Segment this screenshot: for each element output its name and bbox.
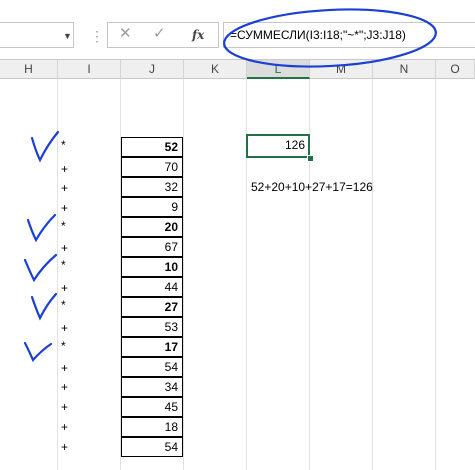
sign-cell[interactable]: + — [61, 397, 81, 417]
column-header-k[interactable]: K — [184, 60, 247, 79]
value-cell[interactable]: 52 — [121, 137, 183, 157]
value-cell[interactable]: 27 — [121, 297, 183, 317]
value-cell[interactable]: 67 — [121, 237, 183, 257]
cancel-icon[interactable]: ✕ — [119, 24, 132, 42]
column-header-n[interactable]: N — [373, 60, 436, 79]
value-cell[interactable]: 54 — [121, 357, 183, 377]
value-cell[interactable]: 54 — [121, 437, 183, 457]
value-cell[interactable]: 44 — [121, 277, 183, 297]
sum-explanation: 52+20+10+27+17=126 — [251, 180, 373, 194]
sign-cell[interactable]: * — [61, 216, 81, 236]
formula-buttons: ✕ ✓ fx — [107, 22, 219, 48]
sign-cell[interactable]: + — [61, 417, 81, 437]
value-cell[interactable]: 45 — [121, 397, 183, 417]
value-cell[interactable]: 32 — [121, 177, 183, 197]
sign-cell[interactable]: * — [61, 255, 81, 275]
sign-cell[interactable]: + — [61, 437, 81, 457]
column-header-h[interactable]: H — [0, 60, 58, 79]
sign-cell[interactable]: + — [61, 377, 81, 397]
value-cell[interactable]: 34 — [121, 377, 183, 397]
sign-cell[interactable]: + — [61, 318, 81, 338]
insert-function-icon[interactable]: fx — [192, 28, 204, 42]
column-header-l[interactable]: L — [247, 60, 310, 79]
sign-cell[interactable]: * — [61, 295, 81, 315]
value-cell[interactable]: 20 — [121, 217, 183, 237]
gridline — [372, 79, 373, 470]
value-cell[interactable]: 9 — [121, 197, 183, 217]
sign-cell[interactable]: * — [61, 135, 81, 155]
column-header-i[interactable]: I — [58, 60, 121, 79]
active-cell[interactable]: 126 — [246, 134, 310, 158]
name-box-dropdown-icon[interactable]: ▼ — [63, 31, 72, 41]
sign-cell[interactable]: + — [61, 358, 81, 378]
value-cell[interactable]: 70 — [121, 157, 183, 177]
gridline — [183, 79, 184, 470]
sign-cell[interactable]: * — [61, 336, 81, 356]
sign-cell[interactable]: + — [61, 159, 81, 179]
value-cell[interactable]: 53 — [121, 317, 183, 337]
fill-handle[interactable] — [307, 155, 314, 162]
sign-cell[interactable]: + — [61, 178, 81, 198]
value-cell[interactable]: 17 — [121, 337, 183, 357]
value-cell[interactable]: 10 — [121, 257, 183, 277]
formula-bar: ▼ ⋮ ✕ ✓ fx =СУММЕСЛИ(I3:I18;"~*";J3:J18) — [0, 0, 475, 60]
sign-cell[interactable]: + — [61, 198, 81, 218]
value-cell[interactable]: 18 — [121, 417, 183, 437]
gridline — [435, 79, 436, 470]
formula-input[interactable]: =СУММЕСЛИ(I3:I18;"~*";J3:J18) — [223, 22, 475, 48]
column-header-j[interactable]: J — [121, 60, 184, 79]
formula-text: =СУММЕСЛИ(I3:I18;"~*";J3:J18) — [230, 28, 406, 42]
column-header-m[interactable]: M — [310, 60, 373, 79]
gridline — [57, 79, 58, 470]
enter-icon[interactable]: ✓ — [153, 24, 166, 42]
column-header-bar: H I J K L M N O — [0, 59, 475, 79]
formula-bar-resize-handle[interactable]: ⋮ — [90, 28, 104, 45]
column-header-o[interactable]: O — [436, 60, 475, 79]
